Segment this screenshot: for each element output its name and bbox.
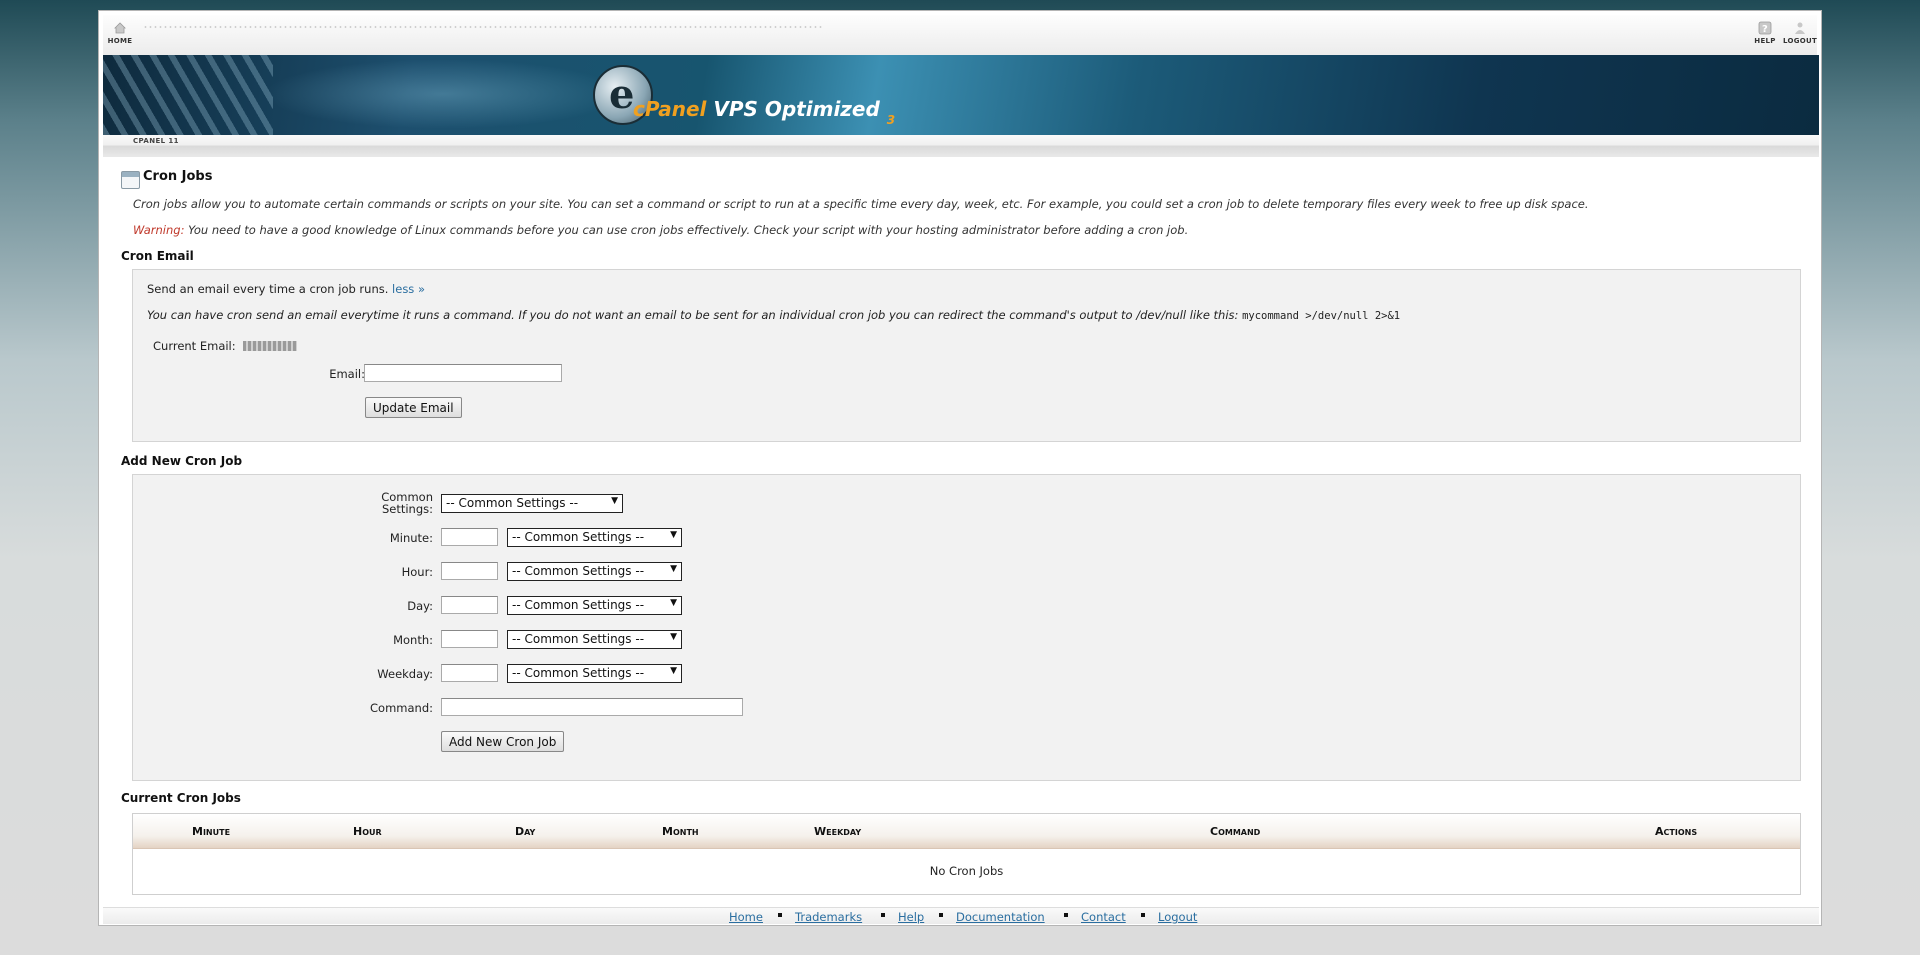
logout-nav-link[interactable]: LOGOUT: [1783, 21, 1817, 45]
column-header-actions: Actions: [1655, 825, 1698, 838]
banner-cables-graphic: [103, 55, 273, 135]
send-email-label: Send an email every time a cron job runs…: [147, 282, 393, 296]
dropdown-arrow-icon: ▼: [670, 530, 677, 540]
current-email-value-redacted: [243, 341, 297, 351]
warning-label: Warning:: [133, 223, 185, 237]
warning-body: You need to have a good knowledge of Lin…: [184, 223, 1189, 237]
email-input[interactable]: [364, 364, 562, 382]
help-icon: ?: [1758, 21, 1772, 35]
common-settings-select[interactable]: -- Common Settings -- ▼: [441, 494, 623, 513]
decorative-dots: [143, 25, 823, 29]
day-input[interactable]: [441, 596, 498, 614]
footer-separator: [881, 913, 885, 917]
logo-vps-text: VPS Optimized: [713, 97, 880, 121]
footer-link-trademarks[interactable]: Trademarks: [795, 910, 862, 924]
help-nav-link[interactable]: ? HELP: [1753, 21, 1777, 45]
footer-link-help[interactable]: Help: [898, 910, 924, 924]
month-label: Month:: [393, 633, 433, 647]
hour-label: Hour:: [401, 565, 433, 579]
cron-email-panel: Send an email every time a cron job runs…: [132, 269, 1801, 442]
day-label: Day:: [407, 599, 433, 613]
intro-text: Cron jobs allow you to automate certain …: [133, 197, 1589, 211]
cpanel-logo-text: cPanel VPS Optimized 3: [633, 97, 895, 127]
footer-separator: [939, 913, 943, 917]
send-email-text: Send an email every time a cron job runs…: [147, 282, 425, 296]
svg-text:?: ?: [1762, 24, 1768, 35]
home-nav-link[interactable]: HOME: [107, 21, 133, 45]
cron-jobs-table: Minute Hour Day Month Weekday Command Ac…: [132, 813, 1801, 895]
add-cron-panel: Common Settings: -- Common Settings -- ▼ M…: [132, 474, 1801, 781]
cron-email-heading: Cron Email: [121, 249, 194, 263]
dropdown-arrow-icon: ▼: [670, 598, 677, 608]
month-input[interactable]: [441, 630, 498, 648]
minute-input[interactable]: [441, 528, 498, 546]
column-header-day: Day: [515, 825, 536, 838]
column-header-weekday: Weekday: [814, 825, 862, 838]
cron-email-info-text: You can have cron send an email everytim…: [147, 308, 1243, 322]
logo-version-number: 3: [886, 113, 896, 127]
cpanel-window: HOME ? HELP LOGOUT e cPanel VPS Optimize…: [98, 10, 1822, 926]
add-cron-heading: Add New Cron Job: [121, 454, 243, 468]
weekday-label: Weekday:: [377, 667, 433, 681]
home-icon: [114, 22, 126, 34]
command-label: Command:: [370, 701, 433, 715]
column-header-minute: Minute: [192, 825, 231, 838]
hour-select[interactable]: -- Common Settings -- ▼: [507, 562, 682, 581]
weekday-select[interactable]: -- Common Settings -- ▼: [507, 664, 682, 683]
current-cron-heading: Current Cron Jobs: [121, 791, 241, 805]
add-cron-job-button[interactable]: Add New Cron Job: [441, 731, 565, 752]
column-header-command: Command: [1210, 825, 1261, 838]
email-label: Email:: [329, 367, 365, 381]
help-nav-label: HELP: [1754, 37, 1776, 45]
minute-select-value: -- Common Settings --: [512, 530, 645, 544]
update-email-button[interactable]: Update Email: [365, 397, 462, 418]
dropdown-arrow-icon: ▼: [611, 496, 618, 506]
cron-email-code: mycommand >/dev/null 2>&1: [1242, 310, 1401, 322]
footer-separator: [778, 913, 782, 917]
minute-label: Minute:: [389, 531, 433, 545]
banner-world-graphic: [263, 59, 623, 129]
footer-separator: [1141, 913, 1145, 917]
logout-nav-label: LOGOUT: [1783, 37, 1818, 45]
no-cron-jobs-message: No Cron Jobs: [929, 864, 1004, 878]
page-title: Cron Jobs: [143, 169, 213, 184]
weekday-select-value: -- Common Settings --: [512, 666, 645, 680]
common-settings-label-line2: Settings:: [381, 502, 433, 516]
current-email-label: Current Email:: [153, 339, 236, 353]
dropdown-arrow-icon: ▼: [670, 564, 677, 574]
dropdown-arrow-icon: ▼: [670, 632, 677, 642]
hour-select-value: -- Common Settings --: [512, 564, 645, 578]
minute-select[interactable]: -- Common Settings -- ▼: [507, 528, 682, 547]
footer-link-documentation[interactable]: Documentation: [956, 910, 1045, 924]
month-select[interactable]: -- Common Settings -- ▼: [507, 630, 682, 649]
column-header-month: Month: [662, 825, 699, 838]
cpanel-version-bar: CPANEL 11: [103, 135, 1819, 157]
weekday-input[interactable]: [441, 664, 498, 682]
month-select-value: -- Common Settings --: [512, 632, 645, 646]
common-settings-select-value: -- Common Settings --: [446, 496, 579, 510]
calendar-icon: [121, 171, 140, 189]
cpanel-version-label: CPANEL 11: [133, 137, 179, 145]
logo-cpanel-text: cPanel: [633, 97, 707, 121]
logout-icon: [1795, 22, 1805, 34]
footer-separator: [1064, 913, 1068, 917]
column-header-hour: Hour: [353, 825, 382, 838]
footer-link-contact[interactable]: Contact: [1081, 910, 1126, 924]
dropdown-arrow-icon: ▼: [670, 666, 677, 676]
top-navigation-bar: HOME ? HELP LOGOUT: [103, 15, 1817, 56]
day-select[interactable]: -- Common Settings -- ▼: [507, 596, 682, 615]
footer-link-logout[interactable]: Logout: [1158, 910, 1197, 924]
cron-email-info: You can have cron send an email everytim…: [147, 308, 1400, 322]
common-settings-label: Common Settings:: [283, 491, 433, 515]
warning-text: Warning: You need to have a good knowled…: [133, 223, 1188, 237]
footer-link-home[interactable]: Home: [729, 910, 763, 924]
footer-bar: Home Trademarks Help Documentation Conta…: [103, 907, 1819, 924]
day-select-value: -- Common Settings --: [512, 598, 645, 612]
cpanel-banner: e cPanel VPS Optimized 3: [103, 55, 1819, 135]
home-nav-label: HOME: [107, 37, 133, 45]
table-header: Minute Hour Day Month Weekday Command Ac…: [133, 814, 1800, 849]
hour-input[interactable]: [441, 562, 498, 580]
less-link[interactable]: less »: [392, 282, 425, 296]
command-input[interactable]: [441, 698, 743, 716]
